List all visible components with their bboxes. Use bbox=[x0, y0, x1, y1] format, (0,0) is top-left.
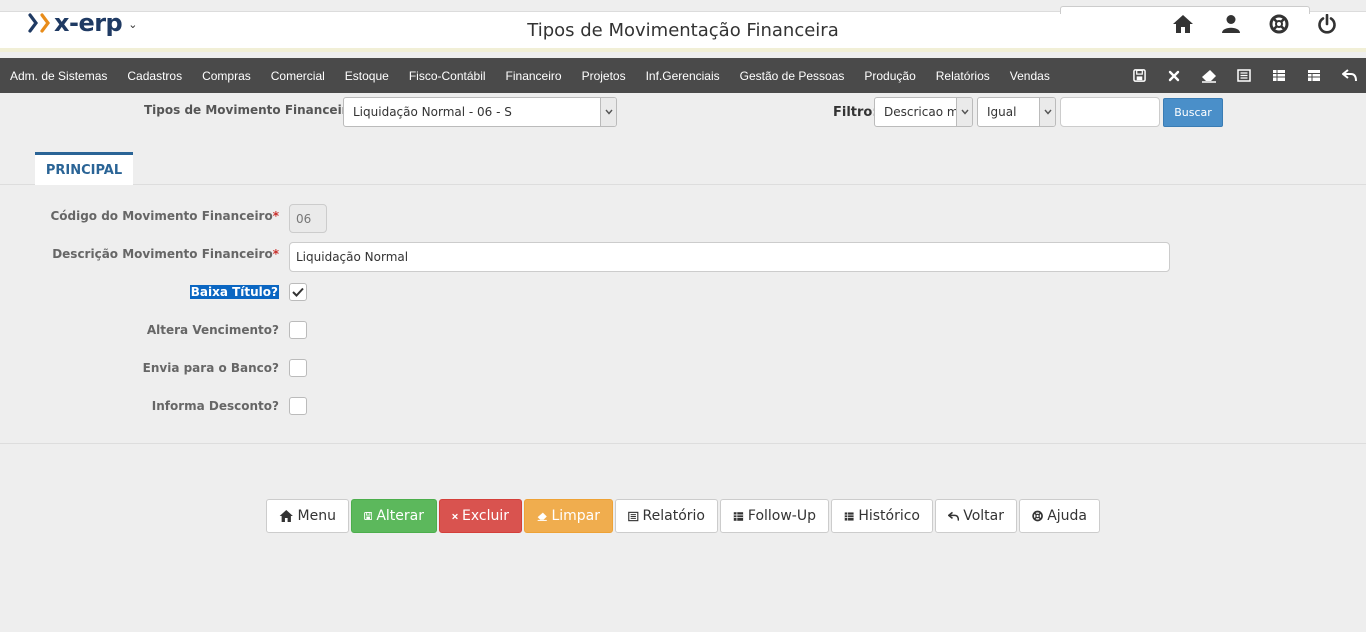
alterar-button[interactable]: Alterar bbox=[351, 499, 437, 533]
movement-type-select-value: Liquidação Normal - 06 - S bbox=[353, 105, 512, 119]
menu-button[interactable]: Menu bbox=[266, 499, 349, 533]
menu-item-producao[interactable]: Produção bbox=[864, 69, 915, 83]
user-icon[interactable] bbox=[1220, 13, 1242, 35]
baixa-titulo-label: Baixa Título? bbox=[189, 285, 279, 299]
descricao-label-text: Descrição Movimento Financeiro bbox=[52, 247, 273, 261]
table-icon bbox=[844, 511, 854, 521]
chevron-down-icon[interactable] bbox=[600, 98, 616, 126]
filter-operator-value: Igual bbox=[987, 105, 1017, 119]
table-icon bbox=[733, 511, 744, 521]
menu-item-relatorios[interactable]: Relatórios bbox=[936, 69, 990, 83]
search-button[interactable]: Buscar bbox=[1163, 98, 1223, 127]
eraser-icon bbox=[537, 512, 547, 521]
action-toolbar: Menu Alterar Excluir Limpar Relatório Fo… bbox=[266, 499, 1100, 533]
power-icon[interactable] bbox=[1316, 13, 1338, 35]
baixa-titulo-label-text: Baixa Título? bbox=[189, 285, 279, 299]
main-menu-bar: Adm. de Sistemas Cadastros Compras Comer… bbox=[0, 58, 1366, 93]
filter-operator-select[interactable]: Igual bbox=[977, 97, 1056, 127]
menu-item-inf-gerenciais[interactable]: Inf.Gerenciais bbox=[646, 69, 720, 83]
close-icon[interactable] bbox=[1165, 67, 1183, 85]
checkmark-icon bbox=[292, 287, 304, 297]
menu-item-projetos[interactable]: Projetos bbox=[582, 69, 626, 83]
menu-item-compras[interactable]: Compras bbox=[202, 69, 251, 83]
home-icon[interactable] bbox=[1172, 13, 1194, 35]
menu-item-estoque[interactable]: Estoque bbox=[345, 69, 389, 83]
filter-field-select[interactable]: Descricao mo bbox=[874, 97, 973, 127]
menu-item-comercial[interactable]: Comercial bbox=[271, 69, 325, 83]
tab-divider bbox=[0, 184, 1366, 185]
historico-button-label: Histórico bbox=[858, 508, 920, 524]
envia-banco-checkbox[interactable] bbox=[289, 359, 307, 377]
top-header: x-erp ⌄ Tipos de Movimentação Financeira bbox=[0, 0, 1366, 52]
close-icon bbox=[452, 513, 458, 519]
required-mark: * bbox=[272, 247, 279, 261]
eraser-icon[interactable] bbox=[1200, 67, 1218, 85]
menu-item-cadastros[interactable]: Cadastros bbox=[127, 69, 182, 83]
lifebuoy-icon[interactable] bbox=[1268, 13, 1290, 35]
required-mark: * bbox=[272, 209, 279, 223]
historico-button[interactable]: Histórico bbox=[831, 499, 933, 533]
informa-desconto-checkbox[interactable] bbox=[289, 397, 307, 415]
relatorio-button-label: Relatório bbox=[642, 508, 705, 524]
baixa-titulo-checkbox[interactable] bbox=[289, 283, 307, 301]
follow-up-button-label: Follow-Up bbox=[747, 508, 816, 524]
alterar-button-label: Alterar bbox=[376, 508, 424, 524]
descricao-label: Descrição Movimento Financeiro* bbox=[52, 247, 279, 261]
descricao-field[interactable]: Liquidação Normal bbox=[289, 242, 1170, 272]
ajuda-button-label: Ajuda bbox=[1047, 508, 1087, 524]
filter-value-input[interactable] bbox=[1060, 97, 1160, 127]
altera-vencimento-checkbox[interactable] bbox=[289, 321, 307, 339]
menu-button-label: Menu bbox=[297, 508, 336, 524]
menu-item-vendas[interactable]: Vendas bbox=[1010, 69, 1050, 83]
excluir-button[interactable]: Excluir bbox=[439, 499, 522, 533]
table-alt-icon[interactable] bbox=[1305, 67, 1323, 85]
codigo-label-text: Código do Movimento Financeiro bbox=[50, 209, 273, 223]
codigo-label: Código do Movimento Financeiro* bbox=[50, 209, 279, 223]
filter-field-value: Descricao mo bbox=[884, 105, 966, 119]
menu-item-adm-sistemas[interactable]: Adm. de Sistemas bbox=[10, 69, 107, 83]
table-icon[interactable] bbox=[1270, 67, 1288, 85]
menu-item-financeiro[interactable]: Financeiro bbox=[506, 69, 562, 83]
envia-banco-label: Envia para o Banco? bbox=[142, 361, 279, 375]
relatorio-button[interactable]: Relatório bbox=[615, 499, 718, 533]
limpar-button[interactable]: Limpar bbox=[524, 499, 613, 533]
lifebuoy-icon bbox=[1032, 510, 1043, 522]
altera-vencimento-label: Altera Vencimento? bbox=[146, 323, 279, 337]
section-divider bbox=[0, 443, 1366, 444]
save-icon[interactable] bbox=[1130, 67, 1148, 85]
filter-label: Filtro: bbox=[833, 105, 878, 120]
ajuda-button[interactable]: Ajuda bbox=[1019, 499, 1100, 533]
menu-item-gestao-pessoas[interactable]: Gestão de Pessoas bbox=[740, 69, 845, 83]
list-icon[interactable] bbox=[1235, 67, 1253, 85]
codigo-field: 06 bbox=[289, 204, 327, 233]
informa-desconto-label: Informa Desconto? bbox=[151, 399, 279, 413]
undo-icon[interactable] bbox=[1340, 67, 1358, 85]
chevron-down-icon[interactable] bbox=[1039, 98, 1055, 126]
voltar-button[interactable]: Voltar bbox=[935, 499, 1017, 533]
selector-label: Tipos de Movimento Financeiro bbox=[144, 103, 356, 117]
list-icon bbox=[628, 511, 639, 521]
menu-item-fisco-contabil[interactable]: Fisco-Contábil bbox=[409, 69, 486, 83]
chevron-down-icon[interactable] bbox=[956, 98, 972, 126]
undo-icon bbox=[948, 511, 960, 521]
save-icon bbox=[364, 511, 373, 521]
voltar-button-label: Voltar bbox=[963, 508, 1004, 524]
excluir-button-label: Excluir bbox=[462, 508, 509, 524]
limpar-button-label: Limpar bbox=[551, 508, 600, 524]
page-title: Tipos de Movimentação Financeira bbox=[527, 20, 839, 41]
follow-up-button[interactable]: Follow-Up bbox=[720, 499, 829, 533]
movement-type-select[interactable]: Liquidação Normal - 06 - S bbox=[343, 97, 617, 127]
tab-principal[interactable]: PRINCIPAL bbox=[35, 152, 133, 185]
home-icon bbox=[279, 510, 293, 522]
